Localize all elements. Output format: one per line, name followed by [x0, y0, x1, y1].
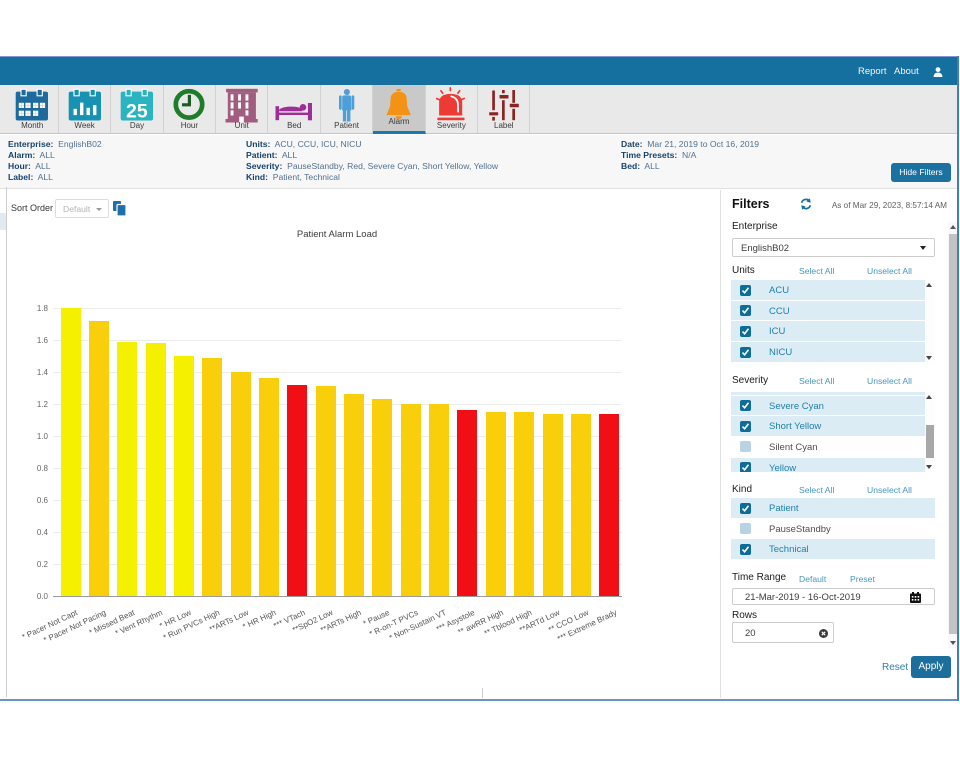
svg-text:25: 25 [126, 100, 148, 121]
